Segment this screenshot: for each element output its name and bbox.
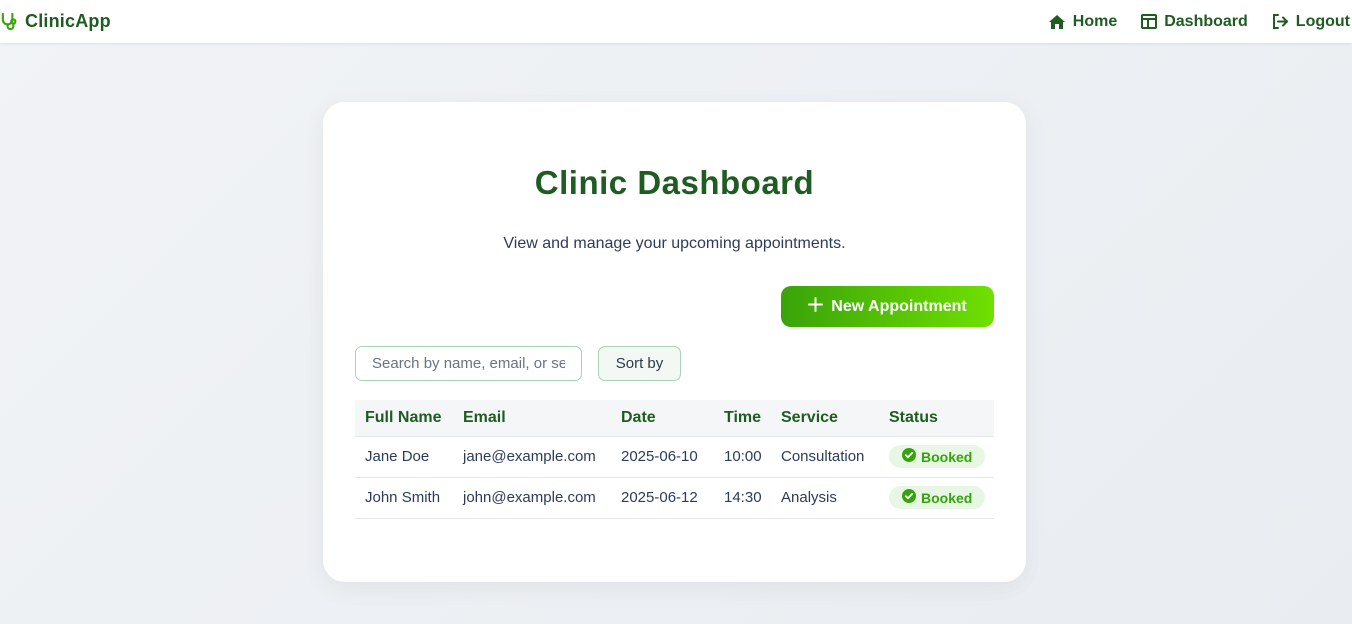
brand-name: ClinicApp [25, 11, 111, 31]
cell-status: Booked [879, 477, 994, 519]
cell-time: 14:30 [714, 477, 771, 519]
cell-full-name: John Smith [355, 477, 453, 519]
nav-logout-label: Logout [1295, 12, 1350, 30]
cell-service: Consultation [771, 436, 879, 478]
status-label: Booked [921, 448, 973, 465]
stethoscope-icon [0, 12, 19, 31]
page-title: Clinic Dashboard [534, 164, 815, 201]
brand[interactable]: ClinicApp [0, 11, 111, 32]
header-full-name[interactable]: Full Name [355, 400, 453, 437]
nav-dashboard[interactable]: Dashboard [1141, 13, 1248, 31]
cell-email: john@example.com [453, 477, 611, 519]
nav-logout[interactable]: Logout [1272, 13, 1350, 31]
page-subtitle: View and manage your upcoming appointmen… [503, 235, 846, 252]
cell-full-name: Jane Doe [355, 436, 453, 478]
sort-button[interactable]: Sort by [598, 346, 681, 381]
cell-status: Booked [879, 436, 994, 478]
status-badge: Booked [889, 486, 986, 509]
logout-icon [1272, 14, 1289, 29]
status-badge: Booked [889, 445, 986, 468]
nav-links: Home Dashboard Logout [1048, 13, 1350, 31]
nav-dashboard-label: Dashboard [1164, 12, 1248, 30]
table-header-row: Full Name Email Date Time Service Status [355, 400, 994, 437]
header-service[interactable]: Service [771, 400, 879, 437]
table-row[interactable]: John Smith john@example.com 2025-06-12 1… [355, 477, 994, 519]
cell-time: 10:00 [714, 436, 771, 478]
header-time[interactable]: Time [714, 400, 771, 437]
check-circle-icon [902, 448, 916, 465]
header-date[interactable]: Date [611, 400, 714, 437]
dashboard-icon [1141, 14, 1158, 29]
status-label: Booked [921, 489, 973, 506]
appointments-table: Full Name Email Date Time Service Status… [355, 400, 994, 519]
nav-home-label: Home [1072, 12, 1118, 30]
home-icon [1048, 14, 1066, 30]
cell-email: jane@example.com [453, 436, 611, 478]
table-row[interactable]: Jane Doe jane@example.com 2025-06-10 10:… [355, 436, 994, 478]
dashboard-card: Clinic Dashboard View and manage your up… [323, 102, 1026, 582]
nav-home[interactable]: Home [1048, 13, 1117, 31]
search-input[interactable] [355, 346, 582, 381]
new-appointment-button[interactable]: New Appointment [781, 286, 994, 327]
plus-icon [808, 296, 824, 317]
cell-date: 2025-06-10 [611, 436, 714, 478]
cell-service: Analysis [771, 477, 879, 519]
header-email[interactable]: Email [453, 400, 611, 437]
check-circle-icon [902, 489, 916, 506]
header-status[interactable]: Status [879, 400, 994, 437]
new-appointment-label: New Appointment [831, 297, 967, 315]
navbar: ClinicApp Home Dashboard Logout [0, 0, 1352, 43]
cell-date: 2025-06-12 [611, 477, 714, 519]
